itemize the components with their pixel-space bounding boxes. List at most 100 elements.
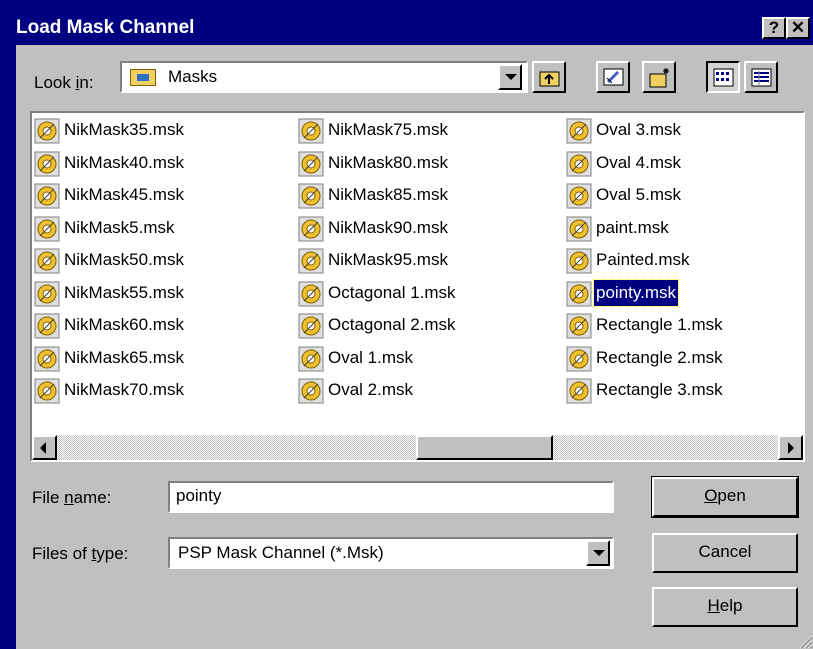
list-view-icon xyxy=(713,68,734,87)
file-item-name: NikMask65.msk xyxy=(64,347,184,367)
mask-file-icon xyxy=(298,216,324,241)
details-view-button[interactable] xyxy=(744,61,778,93)
file-item-name: NikMask5.msk xyxy=(64,217,175,237)
mask-file-icon xyxy=(298,281,324,306)
file-item-name: NikMask80.msk xyxy=(328,152,448,172)
file-item-name: paint.msk xyxy=(596,217,669,237)
help-button-access: H xyxy=(707,596,720,615)
file-item-name: NikMask95.msk xyxy=(328,250,448,269)
file-name-input[interactable]: pointy xyxy=(168,481,614,513)
file-item-name: Rectangle 2.msk xyxy=(596,347,723,367)
files-of-type-dropdown-button[interactable] xyxy=(586,540,610,566)
files-of-type-combobox[interactable]: PSP Mask Channel (*.Msk) xyxy=(168,537,614,569)
file-name-label-part: File xyxy=(32,488,65,507)
mask-file-icon xyxy=(298,313,324,339)
mask-file-icon xyxy=(34,378,60,404)
mask-file-icon xyxy=(566,248,592,274)
new-folder-icon xyxy=(649,68,669,88)
file-item-name: NikMask55.msk xyxy=(64,282,184,302)
open-button[interactable]: Open xyxy=(651,476,799,518)
file-item-name: Oval 4.msk xyxy=(596,152,682,172)
mask-file-icon xyxy=(298,248,324,274)
mask-file-icon xyxy=(34,183,60,209)
mask-file-icon xyxy=(34,248,60,274)
mask-file-icon xyxy=(566,346,592,371)
title-bar[interactable]: Load Mask Channel ? ✕ xyxy=(10,11,810,45)
load-mask-channel-dialog: Load Mask Channel ? ✕ Look in: Masks Nik… xyxy=(0,0,813,649)
horizontal-scrollbar[interactable] xyxy=(32,435,803,460)
mask-file-icon xyxy=(566,183,592,209)
file-item-name: Octagonal 1.msk xyxy=(328,282,456,302)
resize-grip-icon[interactable] xyxy=(797,633,813,649)
mask-file-icon xyxy=(566,216,592,241)
desktop-icon xyxy=(603,68,624,86)
file-item-name: NikMask90.msk xyxy=(328,217,448,237)
dialog-title: Load Mask Channel xyxy=(16,17,195,38)
file-item-name: pointy.msk xyxy=(593,278,679,307)
scroll-thumb[interactable] xyxy=(416,435,553,460)
file-name-label: File name: xyxy=(32,488,111,508)
scroll-left-button[interactable] xyxy=(32,435,57,460)
close-button[interactable]: ✕ xyxy=(786,17,810,39)
dialog-body: Look in: Masks NikMask35.msk NikMask40.m… xyxy=(16,45,813,649)
look-in-dropdown-button[interactable] xyxy=(498,64,522,90)
file-item-name: Painted.msk xyxy=(596,250,690,269)
file-name-label-access: n xyxy=(64,488,74,507)
mask-file-icon xyxy=(566,378,592,404)
mask-file-icon xyxy=(298,151,324,176)
mask-file-icon xyxy=(298,346,324,371)
up-one-level-button[interactable] xyxy=(532,61,566,93)
file-name-label-part: ame: xyxy=(73,488,112,507)
file-item-name: Oval 2.msk xyxy=(328,380,414,399)
files-of-type-value: PSP Mask Channel (*.Msk) xyxy=(178,543,384,562)
help-question-button[interactable]: ? xyxy=(762,17,786,39)
mask-file-icon xyxy=(34,216,60,241)
mask-file-icon xyxy=(566,151,592,176)
mask-file-icon xyxy=(566,281,592,306)
file-item-name: NikMask60.msk xyxy=(64,315,184,334)
details-view-icon xyxy=(751,68,772,87)
files-of-type-label-part: Files of xyxy=(32,544,92,563)
mask-file-icon xyxy=(298,378,324,404)
file-list[interactable]: NikMask35.msk NikMask40.msk NikMask45.msk N… xyxy=(30,111,805,462)
mask-file-icon xyxy=(566,118,592,144)
files-of-type-label: Files of type: xyxy=(32,544,128,564)
file-item-name: Oval 1.msk xyxy=(328,347,414,367)
mask-file-icon xyxy=(34,281,60,306)
look-in-label-part: Look xyxy=(34,73,76,92)
up-folder-icon xyxy=(539,71,560,87)
help-button-label: elp xyxy=(719,596,743,615)
file-item-name: NikMask35.msk xyxy=(64,120,184,139)
cancel-button[interactable]: Cancel xyxy=(652,533,798,573)
files-of-type-label-part: ype: xyxy=(96,544,129,563)
look-in-combobox[interactable]: Masks xyxy=(120,61,528,93)
scroll-right-button[interactable] xyxy=(778,435,803,460)
file-item-name: Rectangle 3.msk xyxy=(596,380,723,399)
open-button-access: O xyxy=(704,486,718,505)
mask-file-icon xyxy=(34,151,60,176)
mask-file-icon xyxy=(298,118,324,144)
file-item-name: Octagonal 2.msk xyxy=(328,315,456,334)
file-item-name: NikMask85.msk xyxy=(328,185,448,204)
open-button-label: pen xyxy=(717,486,746,505)
mask-file-icon xyxy=(34,313,60,339)
desktop-button[interactable] xyxy=(596,61,630,93)
file-item-name: Rectangle 1.msk xyxy=(596,315,723,334)
mask-file-icon xyxy=(566,313,592,339)
list-view-button[interactable] xyxy=(706,61,740,93)
file-item-name: NikMask40.msk xyxy=(64,152,184,172)
look-in-label-part: n: xyxy=(79,73,94,92)
help-button[interactable]: Help xyxy=(652,587,798,627)
mask-file-icon xyxy=(34,346,60,371)
file-item-name: NikMask70.msk xyxy=(64,380,184,399)
look-in-value: Masks xyxy=(168,67,218,86)
create-new-folder-button[interactable] xyxy=(642,61,676,93)
look-in-label: Look in: xyxy=(34,73,94,93)
mask-file-icon xyxy=(298,183,324,209)
file-item-name: Oval 5.msk xyxy=(596,185,682,204)
file-item-name: NikMask75.msk xyxy=(328,120,448,139)
file-item-name: NikMask50.msk xyxy=(64,250,184,269)
folder-icon xyxy=(130,69,156,86)
file-item-name: NikMask45.msk xyxy=(64,185,184,204)
mask-file-icon xyxy=(34,118,60,144)
